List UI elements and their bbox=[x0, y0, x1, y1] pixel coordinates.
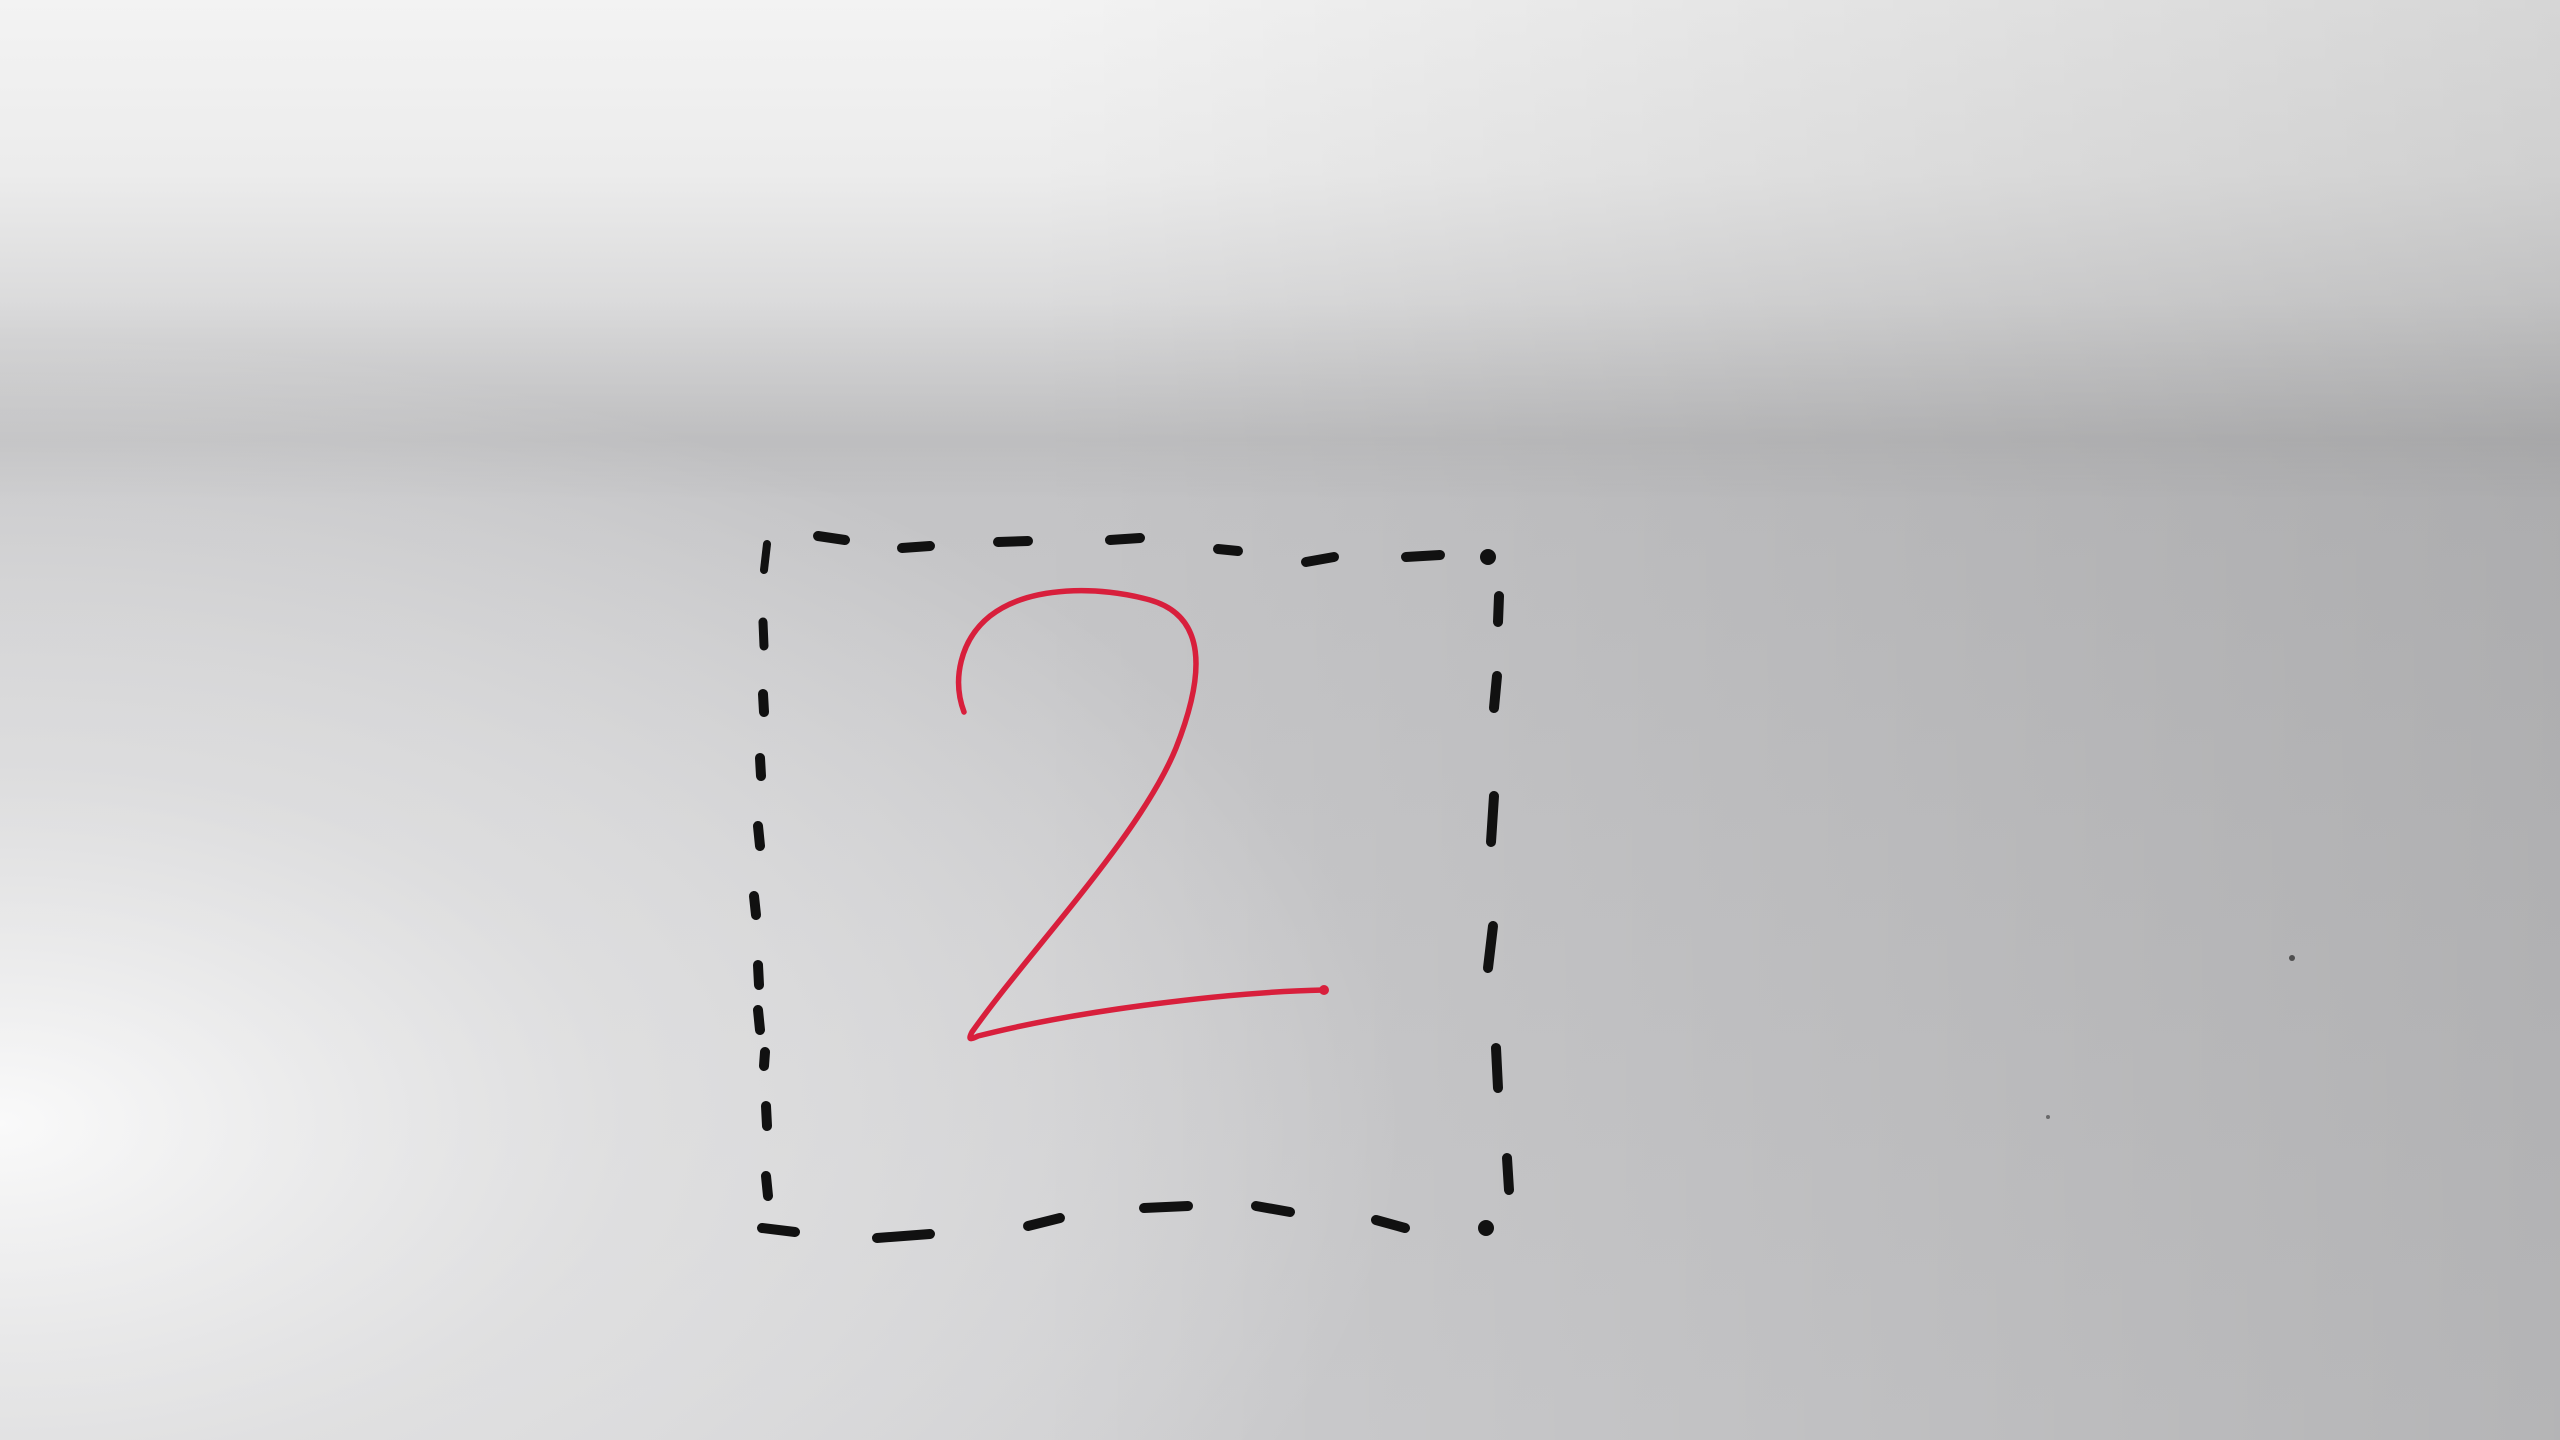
photo bbox=[0, 0, 2560, 1440]
box-dash bbox=[1251, 1201, 1295, 1217]
box-dash bbox=[1483, 921, 1498, 973]
box-dash bbox=[749, 891, 761, 920]
box-dash bbox=[1480, 549, 1496, 565]
box-dash bbox=[1486, 791, 1499, 847]
box-dash bbox=[1401, 550, 1445, 562]
box-dash bbox=[761, 1171, 773, 1201]
box-dash bbox=[758, 689, 769, 717]
digit-two-end-dot bbox=[1319, 985, 1329, 995]
box-dash bbox=[1478, 1220, 1494, 1236]
box-dash bbox=[1493, 591, 1504, 627]
box-dash bbox=[1105, 533, 1145, 545]
box-dash bbox=[757, 1223, 800, 1237]
box-dash bbox=[760, 540, 771, 574]
box-dash bbox=[753, 821, 765, 851]
box-dash bbox=[761, 1101, 772, 1131]
dashed-box bbox=[749, 531, 1514, 1243]
box-dash bbox=[872, 1229, 935, 1243]
box-dash bbox=[758, 617, 769, 651]
box-dash bbox=[1502, 1153, 1514, 1195]
box-dash bbox=[1491, 1043, 1503, 1093]
box-dash bbox=[993, 536, 1033, 547]
box-dash bbox=[1213, 544, 1243, 556]
digit-two-stroke bbox=[955, 587, 1327, 1042]
box-dash bbox=[813, 531, 850, 545]
box-dash bbox=[1371, 1215, 1410, 1233]
hand-drawing bbox=[749, 531, 1514, 1243]
box-dash bbox=[753, 960, 764, 990]
box-dash bbox=[1023, 1213, 1065, 1231]
box-dash bbox=[753, 1005, 765, 1035]
box-dash bbox=[1301, 552, 1339, 567]
box-dash bbox=[755, 753, 766, 781]
box-dash bbox=[1139, 1201, 1193, 1213]
box-dash bbox=[897, 541, 935, 553]
box-dash bbox=[1489, 671, 1502, 713]
box-dash bbox=[759, 1047, 770, 1071]
